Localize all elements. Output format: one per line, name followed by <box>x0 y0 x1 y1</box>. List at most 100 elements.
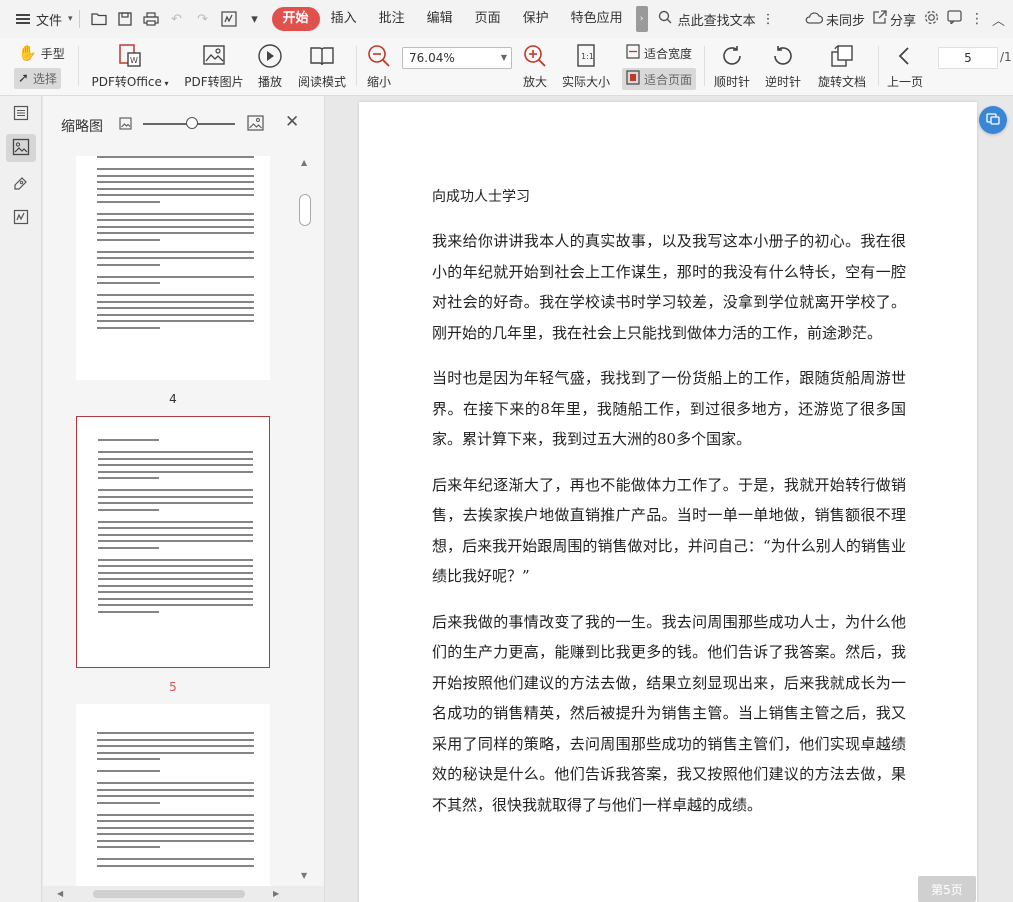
scroll-down-arrow-icon[interactable]: ▼ <box>301 871 307 880</box>
thumbnail-page-6[interactable] <box>76 704 270 902</box>
page-number-input[interactable]: 5 <box>938 47 998 69</box>
rotate-counterclockwise-label: 逆时针 <box>764 75 801 89</box>
tab-page[interactable]: 页面 <box>464 7 512 31</box>
dropdown-chevron-icon[interactable]: ▾ <box>247 11 263 27</box>
share-icon <box>873 10 887 28</box>
more-tabs-button[interactable]: › <box>635 6 648 32</box>
page-body: 我来给你讲讲我本人的真实故事，以及我写这本小册子的初心。我在很小的年纪就开始到社… <box>432 226 906 835</box>
thumbnail-page-number-current: 5 <box>169 680 177 694</box>
thumbnail-horizontal-scrollbar[interactable]: ◀ ▶ <box>43 886 324 902</box>
find-text-search[interactable]: 点此查找文本 ⋮ <box>658 10 775 29</box>
play-button[interactable]: 播放 <box>252 38 288 96</box>
tab-special-apps[interactable]: 特色应用 <box>560 7 634 31</box>
annotations-button[interactable] <box>6 170 36 198</box>
scroll-right-arrow-icon[interactable]: ▶ <box>273 889 279 898</box>
rotate-counterclockwise-icon <box>770 43 796 69</box>
svg-text:W: W <box>130 56 138 65</box>
play-icon <box>257 43 283 69</box>
ribbon-toolbar: ✋ 手型 ➚ 选择 W PDF转Office ▾ PDF转图片 播放 阅读模式 <box>0 38 1013 96</box>
fit-width-icon <box>626 44 640 62</box>
tab-annotate[interactable]: 批注 <box>368 7 416 31</box>
hand-icon: ✋ <box>18 44 37 62</box>
large-image-icon[interactable] <box>247 115 264 134</box>
thumbnails-button[interactable] <box>6 134 36 162</box>
thumbnail-page-5[interactable] <box>76 416 270 668</box>
more-vertical-icon[interactable]: ⋮ <box>762 12 775 27</box>
scroll-left-arrow-icon[interactable]: ◀ <box>57 889 63 898</box>
rotate-document-button[interactable]: 旋转文档 <box>816 38 868 96</box>
zoom-in-icon <box>522 43 548 69</box>
divider <box>704 46 705 86</box>
list-icon <box>13 105 29 124</box>
floating-tool-button[interactable] <box>979 106 1007 134</box>
gear-icon[interactable] <box>924 10 939 29</box>
zoom-out-button[interactable]: 缩小 <box>364 38 394 96</box>
translate-icon <box>985 111 1001 130</box>
cloud-sync-status[interactable]: 未同步 <box>805 10 865 29</box>
pdf-to-office-button[interactable]: W PDF转Office ▾ <box>90 38 170 96</box>
undo-icon[interactable]: ↶ <box>169 11 185 27</box>
tab-home[interactable]: 开始 <box>271 7 320 31</box>
rotate-clockwise-label: 顺时针 <box>713 75 750 89</box>
pen-tag-icon <box>13 175 29 194</box>
sync-label: 未同步 <box>825 13 865 29</box>
menu-bar: 文件 ▾ ↶ ↷ ▾ 开始 插入 批注 编辑 页面 保护 特色应用 › 点此查找… <box>0 0 1013 38</box>
menu-right: 未同步 分享 ⋮ ︿ <box>805 0 1013 38</box>
search-label: 点此查找文本 <box>677 13 756 29</box>
pdf-to-image-label: PDF转图片 <box>184 75 244 89</box>
fit-width-button[interactable]: 适合宽度 <box>626 44 692 62</box>
save-icon[interactable] <box>117 11 133 27</box>
chevron-down-icon: ▼ <box>500 53 508 62</box>
tab-edit[interactable]: 编辑 <box>416 7 464 31</box>
bookmarks-button[interactable] <box>6 100 36 128</box>
hamburger-icon <box>16 14 30 24</box>
zoom-out-label: 缩小 <box>366 75 391 89</box>
thumbnail-vertical-scrollbar[interactable]: ▲ ▼ <box>299 158 311 888</box>
open-folder-icon[interactable] <box>90 11 107 27</box>
sign-icon[interactable] <box>220 11 237 27</box>
share-button[interactable]: 分享 <box>873 10 916 29</box>
rotate-counterclockwise-button[interactable]: 逆时针 <box>763 38 803 96</box>
zoom-level-value: 76.04% <box>409 51 455 65</box>
divider <box>356 46 357 86</box>
rotate-document-icon <box>829 43 855 69</box>
small-image-icon[interactable] <box>119 117 132 133</box>
slider-knob[interactable] <box>186 117 198 129</box>
thumbnail-panel: 缩略图 ✕ 4 5 ▲ ▼ ◀ ▶ <box>43 96 325 902</box>
actual-size-button[interactable]: 1:1 实际大小 <box>562 38 610 96</box>
scrollbar-thumb[interactable] <box>299 194 311 226</box>
rotate-clockwise-button[interactable]: 顺时针 <box>712 38 752 96</box>
more-horizontal-icon[interactable]: ⋮ <box>970 11 984 27</box>
thumbnail-page-4[interactable] <box>76 156 270 380</box>
previous-page-label: 上一页 <box>886 75 923 89</box>
divider <box>878 46 879 86</box>
signature-panel-button[interactable] <box>6 204 36 232</box>
cursor-arrow-icon: ➚ <box>18 71 29 86</box>
book-icon <box>309 43 335 69</box>
hand-tool-button[interactable]: ✋ 手型 <box>18 44 65 62</box>
previous-page-button[interactable]: 上一页 <box>886 38 924 96</box>
redo-icon[interactable]: ↷ <box>195 11 211 27</box>
zoom-level-select[interactable]: 76.04% ▼ <box>402 47 512 69</box>
scrollbar-thumb[interactable] <box>93 890 245 898</box>
pdf-to-image-button[interactable]: PDF转图片 <box>184 38 244 96</box>
read-mode-button[interactable]: 阅读模式 <box>298 38 346 96</box>
collapse-ribbon-icon[interactable]: ︿ <box>992 10 1005 29</box>
rotate-document-label: 旋转文档 <box>817 75 866 89</box>
feedback-icon[interactable] <box>947 10 962 28</box>
share-label: 分享 <box>889 13 916 29</box>
print-icon[interactable] <box>142 11 159 27</box>
file-menu[interactable]: 文件 ▾ <box>16 10 73 29</box>
fit-page-button[interactable]: 适合页面 <box>622 68 697 90</box>
close-icon[interactable]: ✕ <box>285 112 299 132</box>
tab-insert[interactable]: 插入 <box>320 7 368 31</box>
tab-protect[interactable]: 保护 <box>512 7 560 31</box>
zoom-in-button[interactable]: 放大 <box>520 38 550 96</box>
thumbnail-panel-title: 缩略图 <box>61 119 103 135</box>
scroll-up-arrow-icon[interactable]: ▲ <box>301 158 307 167</box>
actual-size-icon: 1:1 <box>573 43 599 69</box>
chevron-down-icon: ▾ <box>68 14 73 24</box>
document-view[interactable]: 向成功人士学习 我来给你讲讲我本人的真实故事，以及我写这本小册子的初心。我在很小… <box>326 96 1013 902</box>
select-tool-button[interactable]: ➚ 选择 <box>14 68 61 89</box>
hand-tool-label: 手型 <box>40 46 65 61</box>
